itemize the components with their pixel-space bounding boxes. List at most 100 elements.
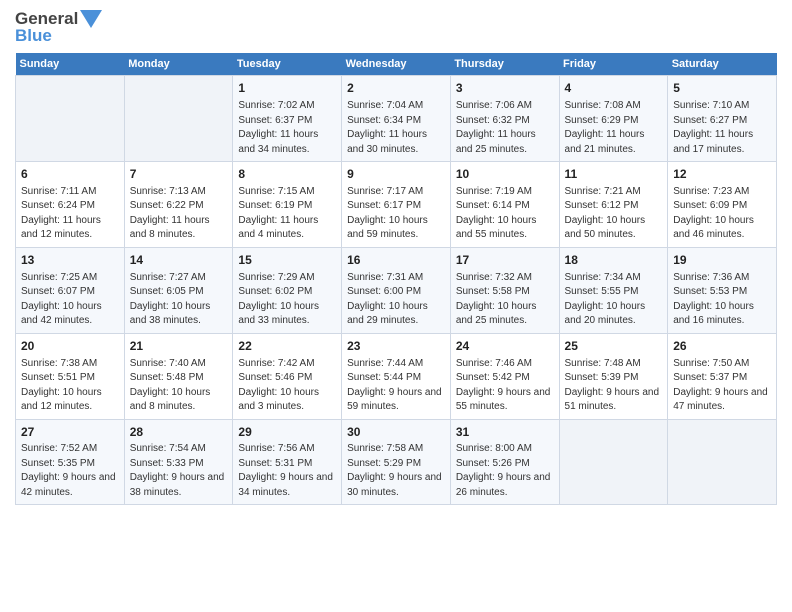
column-header-saturday: Saturday xyxy=(668,53,777,76)
calendar-cell: 22 Sunrise: 7:42 AM Sunset: 5:46 PM Dayli… xyxy=(233,333,342,419)
day-info: Sunrise: 7:29 AM Sunset: 6:02 PM Dayligh… xyxy=(238,271,336,329)
calendar-cell: 3Sunrise: 7:06 AM Sunset: 6:32 PM Daylig… xyxy=(450,76,559,162)
calendar-cell: 11 Sunrise: 7:21 AM Sunset: 6:12 PM Dayli… xyxy=(559,162,668,248)
day-info: Sunrise: 7:52 AM Sunset: 5:35 PM Dayligh… xyxy=(21,442,119,500)
day-number: 7 xyxy=(130,166,228,183)
calendar-cell: 20 Sunrise: 7:38 AM Sunset: 5:51 PM Dayli… xyxy=(16,333,125,419)
column-header-wednesday: Wednesday xyxy=(342,53,451,76)
day-number: 5 xyxy=(673,80,771,97)
calendar-cell xyxy=(16,76,125,162)
day-info: Sunrise: 7:21 AM Sunset: 6:12 PM Dayligh… xyxy=(565,185,663,243)
day-number: 18 xyxy=(565,252,663,269)
calendar-cell: 2 Sunrise: 7:04 AM Sunset: 6:34 PM Daylig… xyxy=(342,76,451,162)
calendar-cell: 25Sunrise: 7:48 AM Sunset: 5:39 PM Dayli… xyxy=(559,333,668,419)
day-number: 26 xyxy=(673,338,771,355)
calendar-cell: 17 Sunrise: 7:32 AM Sunset: 5:58 PM Dayli… xyxy=(450,247,559,333)
day-number: 16 xyxy=(347,252,445,269)
calendar-week-4: 20 Sunrise: 7:38 AM Sunset: 5:51 PM Dayli… xyxy=(16,333,777,419)
day-info: Sunrise: 7:32 AM Sunset: 5:58 PM Dayligh… xyxy=(456,271,554,329)
day-number: 23 xyxy=(347,338,445,355)
day-info: Sunrise: 7:06 AM Sunset: 6:32 PM Dayligh… xyxy=(456,99,554,157)
calendar-cell: 31Sunrise: 8:00 AM Sunset: 5:26 PM Dayli… xyxy=(450,419,559,505)
day-info: Sunrise: 7:50 AM Sunset: 5:37 PM Dayligh… xyxy=(673,357,771,415)
day-info: Sunrise: 7:40 AM Sunset: 5:48 PM Dayligh… xyxy=(130,357,228,415)
day-info: Sunrise: 7:10 AM Sunset: 6:27 PM Dayligh… xyxy=(673,99,771,157)
day-number: 22 xyxy=(238,338,336,355)
calendar-cell: 30Sunrise: 7:58 AM Sunset: 5:29 PM Dayli… xyxy=(342,419,451,505)
day-info: Sunrise: 7:02 AM Sunset: 6:37 PM Dayligh… xyxy=(238,99,336,157)
day-number: 11 xyxy=(565,166,663,183)
day-number: 2 xyxy=(347,80,445,97)
day-info: Sunrise: 7:36 AM Sunset: 5:53 PM Dayligh… xyxy=(673,271,771,329)
calendar-cell: 14 Sunrise: 7:27 AM Sunset: 6:05 PM Dayli… xyxy=(124,247,233,333)
day-number: 10 xyxy=(456,166,554,183)
page-header: General Blue xyxy=(15,10,777,45)
calendar-cell: 28Sunrise: 7:54 AM Sunset: 5:33 PM Dayli… xyxy=(124,419,233,505)
day-number: 31 xyxy=(456,424,554,441)
day-number: 1 xyxy=(238,80,336,97)
day-info: Sunrise: 7:38 AM Sunset: 5:51 PM Dayligh… xyxy=(21,357,119,415)
column-header-friday: Friday xyxy=(559,53,668,76)
calendar-cell: 27Sunrise: 7:52 AM Sunset: 5:35 PM Dayli… xyxy=(16,419,125,505)
day-info: Sunrise: 7:13 AM Sunset: 6:22 PM Dayligh… xyxy=(130,185,228,243)
calendar-header-row: SundayMondayTuesdayWednesdayThursdayFrid… xyxy=(16,53,777,76)
calendar-cell: 29Sunrise: 7:56 AM Sunset: 5:31 PM Dayli… xyxy=(233,419,342,505)
column-header-sunday: Sunday xyxy=(16,53,125,76)
calendar-cell: 15 Sunrise: 7:29 AM Sunset: 6:02 PM Dayli… xyxy=(233,247,342,333)
day-info: Sunrise: 7:54 AM Sunset: 5:33 PM Dayligh… xyxy=(130,442,228,500)
calendar-cell: 9 Sunrise: 7:17 AM Sunset: 6:17 PM Daylig… xyxy=(342,162,451,248)
day-info: Sunrise: 7:31 AM Sunset: 6:00 PM Dayligh… xyxy=(347,271,445,329)
day-number: 20 xyxy=(21,338,119,355)
calendar-cell: 23Sunrise: 7:44 AM Sunset: 5:44 PM Dayli… xyxy=(342,333,451,419)
calendar-cell: 13Sunrise: 7:25 AM Sunset: 6:07 PM Dayli… xyxy=(16,247,125,333)
calendar-cell: 18Sunrise: 7:34 AM Sunset: 5:55 PM Dayli… xyxy=(559,247,668,333)
day-number: 29 xyxy=(238,424,336,441)
calendar-week-3: 13Sunrise: 7:25 AM Sunset: 6:07 PM Dayli… xyxy=(16,247,777,333)
day-number: 19 xyxy=(673,252,771,269)
day-number: 6 xyxy=(21,166,119,183)
day-info: Sunrise: 7:19 AM Sunset: 6:14 PM Dayligh… xyxy=(456,185,554,243)
day-number: 14 xyxy=(130,252,228,269)
day-info: Sunrise: 7:42 AM Sunset: 5:46 PM Dayligh… xyxy=(238,357,336,415)
column-header-monday: Monday xyxy=(124,53,233,76)
day-info: Sunrise: 7:04 AM Sunset: 6:34 PM Dayligh… xyxy=(347,99,445,157)
logo-svg: General Blue xyxy=(15,10,102,45)
day-number: 9 xyxy=(347,166,445,183)
day-info: Sunrise: 7:58 AM Sunset: 5:29 PM Dayligh… xyxy=(347,442,445,500)
calendar-cell: 21 Sunrise: 7:40 AM Sunset: 5:48 PM Dayli… xyxy=(124,333,233,419)
calendar-week-1: 1 Sunrise: 7:02 AM Sunset: 6:37 PM Daylig… xyxy=(16,76,777,162)
day-number: 24 xyxy=(456,338,554,355)
calendar-week-2: 6 Sunrise: 7:11 AM Sunset: 6:24 PM Daylig… xyxy=(16,162,777,248)
day-info: Sunrise: 7:25 AM Sunset: 6:07 PM Dayligh… xyxy=(21,271,119,329)
calendar-cell: 8Sunrise: 7:15 AM Sunset: 6:19 PM Daylig… xyxy=(233,162,342,248)
calendar-cell: 12 Sunrise: 7:23 AM Sunset: 6:09 PM Dayli… xyxy=(668,162,777,248)
day-number: 17 xyxy=(456,252,554,269)
day-info: Sunrise: 7:48 AM Sunset: 5:39 PM Dayligh… xyxy=(565,357,663,415)
day-info: Sunrise: 7:23 AM Sunset: 6:09 PM Dayligh… xyxy=(673,185,771,243)
day-info: Sunrise: 7:56 AM Sunset: 5:31 PM Dayligh… xyxy=(238,442,336,500)
day-info: Sunrise: 8:00 AM Sunset: 5:26 PM Dayligh… xyxy=(456,442,554,500)
column-header-thursday: Thursday xyxy=(450,53,559,76)
day-number: 30 xyxy=(347,424,445,441)
day-number: 4 xyxy=(565,80,663,97)
day-number: 21 xyxy=(130,338,228,355)
calendar-cell: 7 Sunrise: 7:13 AM Sunset: 6:22 PM Daylig… xyxy=(124,162,233,248)
calendar-cell xyxy=(124,76,233,162)
calendar-cell: 10 Sunrise: 7:19 AM Sunset: 6:14 PM Dayli… xyxy=(450,162,559,248)
day-number: 12 xyxy=(673,166,771,183)
day-number: 15 xyxy=(238,252,336,269)
day-info: Sunrise: 7:27 AM Sunset: 6:05 PM Dayligh… xyxy=(130,271,228,329)
calendar-cell: 24Sunrise: 7:46 AM Sunset: 5:42 PM Dayli… xyxy=(450,333,559,419)
calendar-cell xyxy=(559,419,668,505)
calendar-table: SundayMondayTuesdayWednesdayThursdayFrid… xyxy=(15,53,777,505)
day-info: Sunrise: 7:17 AM Sunset: 6:17 PM Dayligh… xyxy=(347,185,445,243)
logo: General Blue xyxy=(15,10,102,45)
day-info: Sunrise: 7:11 AM Sunset: 6:24 PM Dayligh… xyxy=(21,185,119,243)
calendar-cell: 26 Sunrise: 7:50 AM Sunset: 5:37 PM Dayli… xyxy=(668,333,777,419)
calendar-cell: 5 Sunrise: 7:10 AM Sunset: 6:27 PM Daylig… xyxy=(668,76,777,162)
logo-chevron-icon xyxy=(80,10,102,28)
calendar-cell: 1 Sunrise: 7:02 AM Sunset: 6:37 PM Daylig… xyxy=(233,76,342,162)
calendar-cell: 4 Sunrise: 7:08 AM Sunset: 6:29 PM Daylig… xyxy=(559,76,668,162)
day-info: Sunrise: 7:08 AM Sunset: 6:29 PM Dayligh… xyxy=(565,99,663,157)
day-number: 27 xyxy=(21,424,119,441)
